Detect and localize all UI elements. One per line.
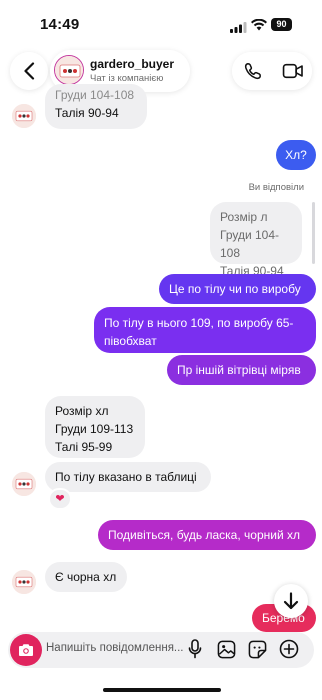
camera-icon xyxy=(19,644,33,656)
chevron-left-icon xyxy=(24,62,35,80)
arrow-down-icon xyxy=(283,592,299,610)
message-outgoing[interactable]: Подивіться, будь ласка, чорний хл xyxy=(98,520,316,550)
status-bar: 14:49 90 xyxy=(0,0,322,50)
message-text: Талі 95-99 xyxy=(55,440,113,454)
message-text: По тілу вказано в таблиці xyxy=(55,470,197,484)
reply-indicator xyxy=(312,202,315,264)
message-incoming[interactable]: Груди 104-108 Талія 90-94 xyxy=(45,84,147,129)
voice-message-button[interactable] xyxy=(184,638,206,660)
message-incoming[interactable]: Є чорна хл xyxy=(45,562,127,592)
heart-reaction[interactable]: ❤ xyxy=(48,488,72,510)
message-text: півобхват xyxy=(104,334,157,348)
gallery-button[interactable] xyxy=(215,638,237,660)
quoted-text: Груди 104-108 xyxy=(220,228,280,260)
message-text: Талія 90-94 xyxy=(55,106,119,120)
home-indicator xyxy=(103,688,221,692)
signal-icon xyxy=(230,20,247,38)
scroll-to-bottom-button[interactable] xyxy=(274,584,308,618)
avatar xyxy=(54,55,84,85)
message-text: Розмір хл xyxy=(55,404,109,418)
sender-avatar xyxy=(12,104,36,128)
plus-circle-icon xyxy=(279,639,299,659)
message-incoming[interactable]: По тілу вказано в таблиці xyxy=(45,462,211,492)
microphone-icon xyxy=(188,639,202,659)
back-button[interactable] xyxy=(10,52,48,90)
battery-indicator: 90 xyxy=(271,18,292,31)
message-outgoing[interactable]: Це по тілу чи по виробу xyxy=(159,274,316,304)
video-camera-icon xyxy=(282,63,303,79)
call-actions xyxy=(232,52,312,90)
message-incoming[interactable]: Розмір хл Груди 109-113 Талі 95-99 xyxy=(45,396,145,458)
phone-icon xyxy=(244,63,261,80)
message-text: Пр іншій вітрівці міряв xyxy=(177,363,301,377)
message-outgoing[interactable]: По тілу в нього 109, по виробу 65- півоб… xyxy=(94,307,316,353)
camera-button[interactable] xyxy=(10,634,42,666)
audio-call-button[interactable] xyxy=(240,58,266,84)
message-outgoing[interactable]: Хл? xyxy=(276,140,316,170)
message-text: Груди 104-108 xyxy=(55,88,135,102)
quoted-message[interactable]: Розмір л Груди 104-108 Талія 90-94 xyxy=(210,202,302,278)
chat-subtitle: Чат із компанією xyxy=(90,73,164,84)
page-title: gardero_buyer xyxy=(90,57,175,71)
image-icon xyxy=(217,640,235,658)
reply-label: Ви відповіли xyxy=(248,182,304,193)
message-text: Хл? xyxy=(285,148,307,162)
more-options-button[interactable] xyxy=(278,638,300,660)
sender-avatar xyxy=(12,570,36,594)
sticker-button[interactable] xyxy=(246,638,268,660)
message-text: Груди 109-113 xyxy=(55,422,134,436)
sender-avatar xyxy=(12,472,36,496)
status-time: 14:49 xyxy=(40,16,80,33)
message-composer: Напишіть повідомлення... xyxy=(8,632,314,668)
heart-icon: ❤ xyxy=(55,493,65,505)
message-text: По тілу в нього 109, по виробу 65- xyxy=(104,316,294,330)
message-outgoing[interactable]: Пр іншій вітрівці міряв xyxy=(167,355,316,385)
quoted-text: Розмір л xyxy=(220,210,268,224)
message-text: Це по тілу чи по виробу xyxy=(169,282,301,296)
video-call-button[interactable] xyxy=(280,58,306,84)
message-text: Є чорна хл xyxy=(55,570,117,584)
message-text: Подивіться, будь ласка, чорний хл xyxy=(108,528,300,542)
wifi-icon xyxy=(251,18,267,36)
message-input[interactable]: Напишіть повідомлення... xyxy=(46,642,184,654)
sticker-icon xyxy=(248,640,266,658)
